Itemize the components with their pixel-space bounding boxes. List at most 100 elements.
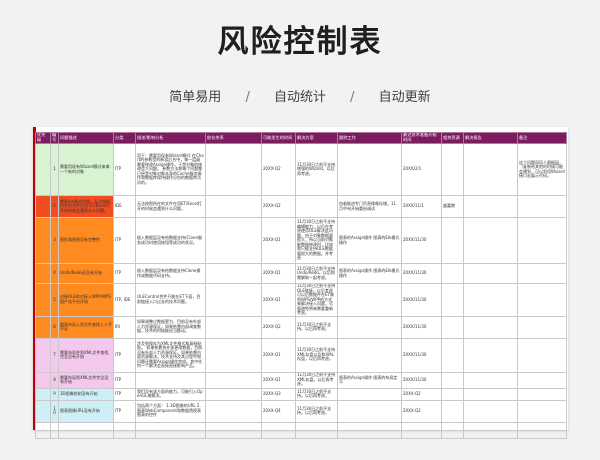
impact-cell[interactable]: 包括两个方面： 1.3D图像的URL 2.图表WebComponent和数据透视… (135, 399, 206, 423)
start-cell[interactable]: 20XX/11/30 (401, 217, 442, 264)
desc-cell[interactable]: Undo/Redo还没有开始 (58, 263, 114, 284)
cat-cell[interactable]: ITP, IDE (113, 283, 136, 317)
empty-cell[interactable] (205, 421, 262, 431)
cat-cell[interactable]: ITP (113, 337, 136, 373)
empty-cell[interactable] (35, 421, 51, 431)
res-cell[interactable] (441, 283, 464, 317)
dep-cell[interactable] (205, 399, 262, 423)
impact-cell[interactable] (135, 371, 206, 389)
desc-cell[interactable]: 3D图像绘制没有开始 (58, 387, 114, 401)
priority-cell[interactable] (35, 283, 51, 317)
cat-cell[interactable]: ITP (113, 399, 136, 423)
priority-cell[interactable] (35, 315, 51, 339)
start-cell[interactable]: 20XX/11/30 (401, 371, 442, 389)
priority-cell[interactable] (35, 371, 51, 389)
row-number-cell[interactable]: 9 (50, 387, 59, 401)
desc-cell[interactable]: 需要ole格式时候，无法按照所在的文件在用 ET/Excel打开的时候会遇到什么… (58, 195, 114, 218)
desc-cell[interactable]: 需要布局并到XML文件查找完全没有开始 (58, 337, 114, 373)
column-header[interactable]: 解决方案 (295, 132, 338, 144)
plan-cell[interactable]: 11月30日之前不支持XML存盘。以后再考虑。 (295, 371, 338, 389)
note-cell[interactable] (517, 337, 567, 373)
row-number-cell[interactable]: 1 (50, 143, 59, 196)
note-cell[interactable] (517, 315, 567, 339)
report-cell[interactable] (463, 399, 518, 423)
desc-cell[interactable]: 需要用现有Wizard模式来拿一个新的对象 (58, 143, 114, 196)
impact-cell[interactable]: 我们没有该方面的能力，可能引入OpenGL来解决。 (135, 387, 206, 401)
time-cell[interactable]: 20XX-Q1 (261, 371, 296, 389)
desc-cell[interactable]: 对接OLE的对接入WPP/WPS国产化平台开始 (58, 283, 114, 317)
cat-cell[interactable]: IRI (113, 315, 136, 339)
note-cell[interactable] (517, 283, 567, 317)
res-cell[interactable] (441, 217, 464, 264)
note-cell[interactable]: 这个问题同项人跟据因，（复制给其他的时候可能会遇到，可以利用Wizard接口去展… (517, 143, 567, 196)
note-cell[interactable] (517, 387, 567, 401)
dep-cell[interactable] (205, 195, 262, 218)
time-cell[interactable]: 20XX-Q2 (261, 195, 296, 218)
cat-cell[interactable]: IDE (113, 195, 136, 218)
row-number-cell[interactable]: 8 (50, 371, 59, 389)
track-cell[interactable] (337, 387, 402, 401)
column-header[interactable]: 可能发生的时间 (261, 132, 296, 144)
report-cell[interactable] (463, 143, 518, 196)
start-cell[interactable]: 20XX/2/1 (401, 143, 442, 196)
time-cell[interactable]: 20XX-Q1 (261, 217, 296, 264)
empty-cell[interactable] (337, 429, 402, 439)
dep-cell[interactable] (205, 337, 262, 373)
priority-cell[interactable] (35, 263, 51, 284)
column-header[interactable]: 解决报告 (463, 132, 518, 144)
track-cell[interactable] (337, 283, 402, 317)
dep-cell[interactable] (205, 283, 262, 317)
track-cell[interactable]: 图表的Assign操作 图表的EIk模式操作 (337, 263, 402, 284)
res-cell[interactable] (441, 399, 464, 423)
priority-cell[interactable] (35, 337, 51, 373)
empty-cell[interactable] (261, 429, 296, 439)
empty-cell[interactable] (517, 421, 567, 431)
column-header[interactable]: 优先级 (35, 132, 51, 144)
track-cell[interactable] (337, 315, 402, 339)
plan-cell[interactable]: 11月30日之前不支持。以后再考虑。 (295, 387, 338, 401)
cat-cell[interactable]: ITP (113, 143, 136, 196)
impact-cell[interactable]: 插入数据层没有给数据支持Clone操作成数据代码支持。 (135, 263, 206, 284)
note-cell[interactable] (517, 263, 567, 284)
cat-cell[interactable]: ITP (113, 263, 136, 284)
empty-cell[interactable] (441, 421, 464, 431)
empty-cell[interactable] (463, 429, 518, 439)
column-header[interactable]: 编号 (50, 132, 59, 144)
priority-cell[interactable] (35, 195, 51, 218)
column-header[interactable]: 问题描述 (58, 132, 114, 144)
res-cell[interactable] (441, 143, 464, 196)
dep-cell[interactable] (205, 217, 262, 264)
empty-cell[interactable] (401, 421, 442, 431)
dep-cell[interactable] (205, 143, 262, 196)
impact-cell[interactable]: 如果调整过数据更为，目前没有外部人力资源保证。如果依靠内部调查数据，技术的时候能… (135, 315, 206, 339)
empty-cell[interactable] (401, 429, 442, 439)
start-cell[interactable]: 20XX/11/30 (401, 263, 442, 284)
impact-cell[interactable]: 无法按照所在的文件在用ET/Excel打开的时候会遇到什么问题。 (135, 195, 206, 218)
empty-cell[interactable] (50, 429, 59, 439)
time-cell[interactable]: 20XX-Q1 (261, 337, 296, 373)
empty-cell[interactable] (295, 421, 338, 431)
report-cell[interactable] (463, 371, 518, 389)
row-number-cell[interactable]: 3 (50, 217, 59, 264)
empty-cell[interactable] (113, 421, 136, 431)
priority-cell[interactable] (35, 217, 51, 264)
start-cell[interactable]: 20XX/11/30 (401, 337, 442, 373)
row-number-cell[interactable]: 2 (50, 195, 59, 218)
empty-cell[interactable] (135, 421, 206, 431)
column-header[interactable]: 备注 (517, 132, 567, 144)
dep-cell[interactable] (205, 263, 262, 284)
empty-cell[interactable] (205, 429, 262, 439)
empty-cell[interactable] (35, 429, 51, 439)
empty-cell[interactable] (295, 429, 338, 439)
row-number-cell[interactable]: 4 (50, 263, 59, 284)
empty-cell[interactable] (135, 429, 206, 439)
priority-cell[interactable] (35, 399, 51, 423)
empty-cell[interactable] (58, 429, 114, 439)
priority-cell[interactable] (35, 143, 51, 196)
track-cell[interactable]: 图表的Assign操作 图表的布局定义 (337, 371, 402, 389)
plan-cell[interactable]: 11月30日之前不支持Undo/Redo。以后和需解取一起考虑。 (295, 263, 338, 284)
desc-cell[interactable]: 图表布局入到文件查找入人手不足 (58, 315, 114, 339)
plan-cell[interactable]: 11月30日之前不支持。以后再考虑。 (295, 399, 338, 423)
column-header[interactable]: 最迟技术准备开始时间 (401, 132, 442, 144)
row-number-cell[interactable]: 5 (50, 283, 59, 317)
